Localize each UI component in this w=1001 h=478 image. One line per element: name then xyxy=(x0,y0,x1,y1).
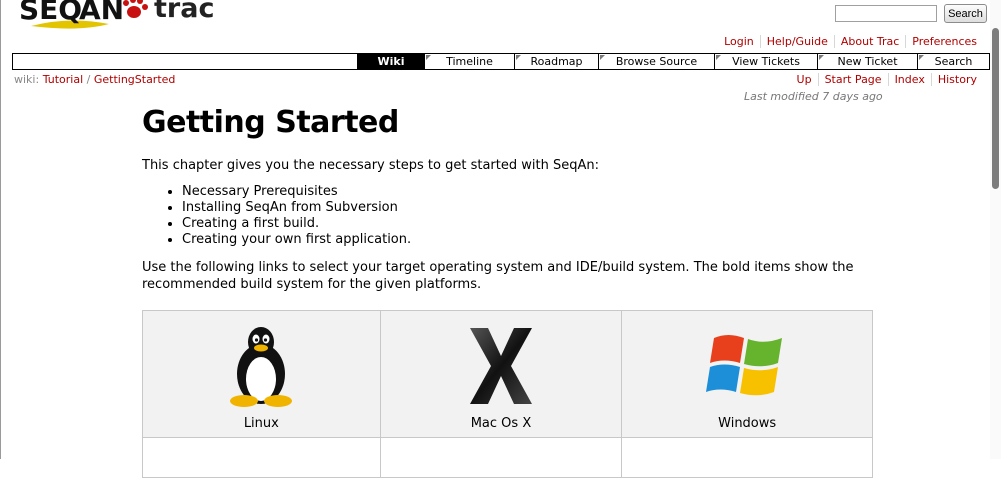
tab-corner-icon xyxy=(600,55,605,60)
svg-text:AN: AN xyxy=(79,0,124,26)
os-selection-table: Linux Mac Os X Windows xyxy=(142,310,873,478)
tab-corner-icon xyxy=(426,55,431,60)
list-item: Creating a first build. xyxy=(182,216,877,232)
help-guide-link[interactable]: Help/Guide xyxy=(759,35,834,48)
tux-penguin-icon xyxy=(230,327,293,407)
tab-browse-source[interactable]: Browse Source xyxy=(598,54,714,69)
steps-list: Necessary Prerequisites Installing SeqAn… xyxy=(142,184,877,248)
list-item: Installing SeqAn from Subversion xyxy=(182,200,877,216)
vertical-scrollbar[interactable] xyxy=(990,0,1001,459)
search-input[interactable] xyxy=(835,5,937,22)
breadcrumb-gettingstarted[interactable]: GettingStarted xyxy=(94,73,176,86)
tab-timeline[interactable]: Timeline xyxy=(424,54,514,69)
os-label-macos: Mac Os X xyxy=(470,416,532,431)
macos-cell[interactable]: Mac Os X xyxy=(379,310,623,438)
svg-text:trac: trac xyxy=(154,0,214,24)
wiki-content: Getting Started This chapter gives you t… xyxy=(142,105,877,293)
breadcrumb-tutorial[interactable]: Tutorial xyxy=(43,73,83,86)
mac-os-x-icon xyxy=(469,328,532,404)
breadcrumb: wiki: Tutorial / GettingStarted xyxy=(14,73,175,86)
tab-label: Roadmap xyxy=(530,55,583,68)
tab-label: Timeline xyxy=(446,55,493,68)
about-trac-link[interactable]: About Trac xyxy=(833,35,905,48)
meta-nav: Login Help/Guide About Trac Preferences xyxy=(718,35,983,48)
tab-label: View Tickets xyxy=(732,55,800,68)
instructions-paragraph: Use the following links to select your t… xyxy=(142,260,854,292)
tab-label: New Ticket xyxy=(837,55,898,68)
tab-view-tickets[interactable]: View Tickets xyxy=(714,54,817,69)
svg-text:SEQ: SEQ xyxy=(19,0,82,26)
tab-corner-icon xyxy=(716,55,721,60)
seqan-trac-logo[interactable]: SEQ AN trac xyxy=(9,0,239,32)
tab-label: Browse Source xyxy=(615,55,698,68)
tab-label: Wiki xyxy=(377,55,405,68)
os-label-linux: Linux xyxy=(243,416,279,431)
os-label-windows: Windows xyxy=(718,416,777,431)
tab-corner-icon xyxy=(516,55,521,60)
table-cell xyxy=(379,437,623,478)
scrollbar-thumb[interactable] xyxy=(992,28,999,189)
intro-text: This chapter gives you the necessary ste… xyxy=(142,158,599,173)
table-cell xyxy=(621,437,873,478)
table-cell xyxy=(142,437,381,478)
up-link[interactable]: Up xyxy=(791,73,818,86)
list-item: Creating your own first application. xyxy=(182,232,877,248)
login-link[interactable]: Login xyxy=(718,35,760,48)
tab-wiki[interactable]: Wiki xyxy=(357,54,424,69)
preferences-link[interactable]: Preferences xyxy=(905,35,983,48)
tab-search[interactable]: Search xyxy=(917,54,989,69)
tab-corner-icon xyxy=(819,55,824,60)
linux-cell[interactable]: Linux xyxy=(142,310,381,438)
last-modified: Last modified 7 days ago xyxy=(744,90,883,103)
page-title: Getting Started xyxy=(142,105,399,140)
list-item: Necessary Prerequisites xyxy=(182,184,877,200)
breadcrumb-prefix: wiki: xyxy=(14,73,40,86)
windows-cell[interactable]: Windows xyxy=(621,310,873,438)
start-page-link[interactable]: Start Page xyxy=(817,73,888,86)
tab-new-ticket[interactable]: New Ticket xyxy=(817,54,917,69)
breadcrumb-separator: / xyxy=(86,73,94,86)
index-link[interactable]: Index xyxy=(887,73,931,86)
tab-corner-icon xyxy=(919,55,924,60)
context-nav: Up Start Page Index History xyxy=(791,73,983,86)
tab-roadmap[interactable]: Roadmap xyxy=(514,54,598,69)
main-nav: Wiki Timeline Roadmap Browse Source View… xyxy=(12,53,990,70)
history-link[interactable]: History xyxy=(930,73,983,86)
windows-logo-icon xyxy=(706,335,783,396)
search-button[interactable]: Search xyxy=(944,4,987,23)
tab-label: Search xyxy=(934,55,973,68)
